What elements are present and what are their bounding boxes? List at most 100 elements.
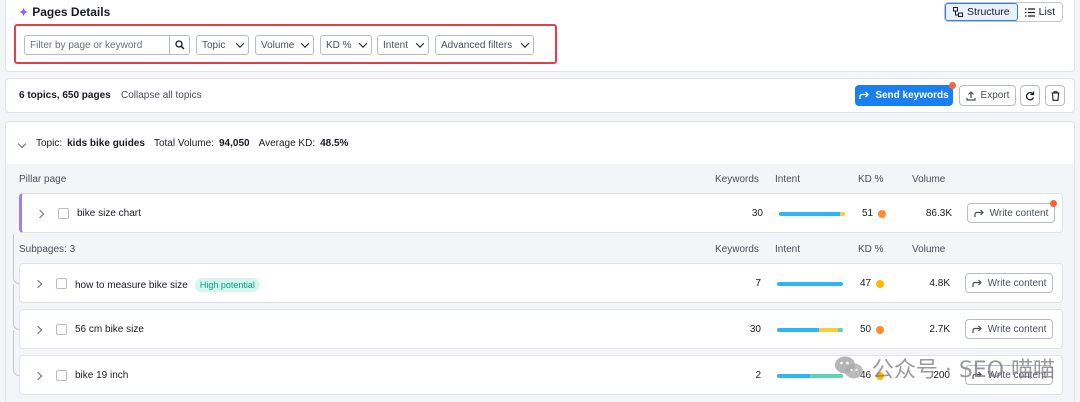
upload-icon bbox=[965, 90, 976, 101]
kd-indicator bbox=[876, 371, 885, 380]
intent-segment bbox=[777, 328, 820, 332]
high-potential-badge: High potential bbox=[194, 278, 260, 292]
chevron-down-icon bbox=[520, 39, 530, 48]
row-checkbox[interactable] bbox=[56, 324, 67, 335]
kd-indicator bbox=[878, 209, 887, 218]
intent-segment bbox=[777, 282, 843, 286]
write-content-button[interactable]: Write content bbox=[967, 200, 1057, 223]
topic-filter-dropdown[interactable]: Topic bbox=[196, 35, 249, 55]
volume-value: 86.3K bbox=[925, 208, 952, 219]
pillar-section-label: Pillar page bbox=[19, 174, 67, 185]
subpage-row[interactable]: how to measure bike size High potential … bbox=[19, 263, 1063, 303]
delete-button[interactable] bbox=[1045, 85, 1065, 106]
intent-segment bbox=[779, 212, 841, 216]
share-arrow-icon bbox=[972, 325, 982, 333]
intent-segment bbox=[840, 212, 845, 216]
volume-value: 200 bbox=[933, 370, 950, 381]
chevron-right-icon[interactable] bbox=[33, 325, 43, 335]
search-input[interactable] bbox=[25, 36, 169, 54]
volume-filter-dropdown[interactable]: Volume bbox=[255, 35, 314, 55]
subpage-row[interactable]: 56 cm bike size 30 50 2.7K Write content bbox=[19, 309, 1063, 349]
share-arrow-icon bbox=[859, 91, 870, 99]
chevron-down-icon bbox=[415, 39, 425, 48]
send-keywords-button[interactable]: Send keywords bbox=[855, 82, 956, 106]
notification-dot bbox=[1050, 200, 1057, 207]
collapse-all-link[interactable]: Collapse all topics bbox=[121, 90, 202, 101]
intent-bar bbox=[777, 328, 843, 332]
subpage-row[interactable]: bike 19 inch 2 46 200 Write content bbox=[19, 355, 1063, 395]
share-arrow-icon bbox=[972, 279, 982, 287]
topic-total-volume: 94,050 bbox=[218, 138, 250, 149]
intent-bar bbox=[777, 374, 843, 378]
volume-value: 4.8K bbox=[929, 278, 950, 289]
kd-value: 51 bbox=[862, 208, 874, 219]
intent-segment bbox=[810, 374, 843, 378]
structure-icon bbox=[953, 7, 964, 17]
volume-value: 2.7K bbox=[929, 324, 950, 335]
intent-segment bbox=[837, 328, 843, 332]
write-content-button[interactable]: Write content bbox=[965, 273, 1053, 293]
kd-value: 46 bbox=[860, 370, 872, 381]
topic-page-count: 6 topics, 650 pages bbox=[19, 90, 111, 101]
write-content-button[interactable]: Write content bbox=[965, 319, 1053, 339]
share-arrow-icon bbox=[974, 209, 984, 217]
refresh-icon bbox=[1025, 91, 1035, 100]
trash-icon bbox=[1051, 90, 1059, 101]
view-toggle: Structure List bbox=[944, 2, 1063, 22]
chevron-right-icon[interactable] bbox=[35, 209, 45, 219]
structure-view-button[interactable]: Structure bbox=[945, 3, 1018, 21]
column-header-keywords: Keywords bbox=[715, 174, 759, 185]
page-name: how to measure bike size bbox=[75, 279, 188, 291]
list-icon bbox=[1024, 7, 1035, 17]
write-content-button[interactable]: Write content bbox=[965, 365, 1053, 385]
refresh-button[interactable] bbox=[1020, 85, 1040, 106]
intent-bar bbox=[779, 212, 845, 216]
pages-details-header: ✦ Pages Details Structure List Topic Vol… bbox=[5, 0, 1075, 72]
search-button[interactable] bbox=[169, 36, 189, 54]
column-header-keywords: Keywords bbox=[715, 244, 759, 255]
summary-bar: 6 topics, 650 pages Collapse all topics … bbox=[5, 78, 1075, 113]
subpages-section-label: Subpages: 3 bbox=[19, 244, 76, 255]
column-header-intent: Intent bbox=[775, 244, 801, 255]
chevron-right-icon[interactable] bbox=[33, 371, 43, 381]
column-header-volume: Volume bbox=[912, 244, 946, 255]
keywords-count: 30 bbox=[749, 324, 761, 335]
column-header-intent: Intent bbox=[775, 174, 801, 185]
topic-panel: Topic: kids bike guides Total Volume: 94… bbox=[5, 121, 1075, 402]
intent-bar bbox=[777, 282, 843, 286]
row-checkbox[interactable] bbox=[58, 208, 69, 219]
chevron-down-icon[interactable] bbox=[17, 139, 27, 148]
keywords-count: 30 bbox=[751, 208, 763, 219]
sparkle-icon: ✦ bbox=[19, 6, 29, 19]
kd-indicator bbox=[876, 279, 885, 288]
row-checkbox[interactable] bbox=[56, 370, 67, 381]
keywords-count: 7 bbox=[755, 278, 761, 289]
notification-dot bbox=[949, 82, 956, 89]
intent-segment bbox=[777, 374, 810, 378]
row-checkbox[interactable] bbox=[56, 278, 67, 289]
topic-average-kd: 48.5% bbox=[320, 138, 349, 149]
chevron-right-icon[interactable] bbox=[33, 279, 43, 289]
page-name: bike 19 inch bbox=[75, 370, 129, 381]
kd-value: 47 bbox=[860, 278, 872, 289]
kd-value: 50 bbox=[860, 324, 872, 335]
share-arrow-icon bbox=[972, 371, 982, 379]
filters-highlight: Topic Volume KD % Intent Advanced filter… bbox=[14, 24, 557, 64]
page-name: bike size chart bbox=[77, 208, 141, 219]
list-view-button[interactable]: List bbox=[1018, 3, 1062, 21]
intent-filter-dropdown[interactable]: Intent bbox=[377, 35, 429, 55]
pillar-page-row[interactable]: bike size chart 30 51 86.3K Write conten… bbox=[19, 193, 1063, 233]
keywords-count: 2 bbox=[755, 370, 761, 381]
column-header-kd: KD % bbox=[858, 244, 884, 255]
kd-filter-dropdown[interactable]: KD % bbox=[320, 35, 372, 55]
chevron-down-icon bbox=[235, 39, 245, 48]
column-header-volume: Volume bbox=[912, 174, 946, 185]
topic-header: Topic: kids bike guides Total Volume: 94… bbox=[17, 138, 349, 149]
page-title: ✦ Pages Details bbox=[19, 5, 111, 19]
export-button[interactable]: Export bbox=[959, 85, 1016, 106]
search-icon bbox=[174, 40, 185, 50]
search-field bbox=[24, 35, 190, 55]
intent-segment bbox=[819, 328, 838, 332]
advanced-filters-dropdown[interactable]: Advanced filters bbox=[435, 35, 534, 55]
kd-indicator bbox=[876, 325, 885, 334]
